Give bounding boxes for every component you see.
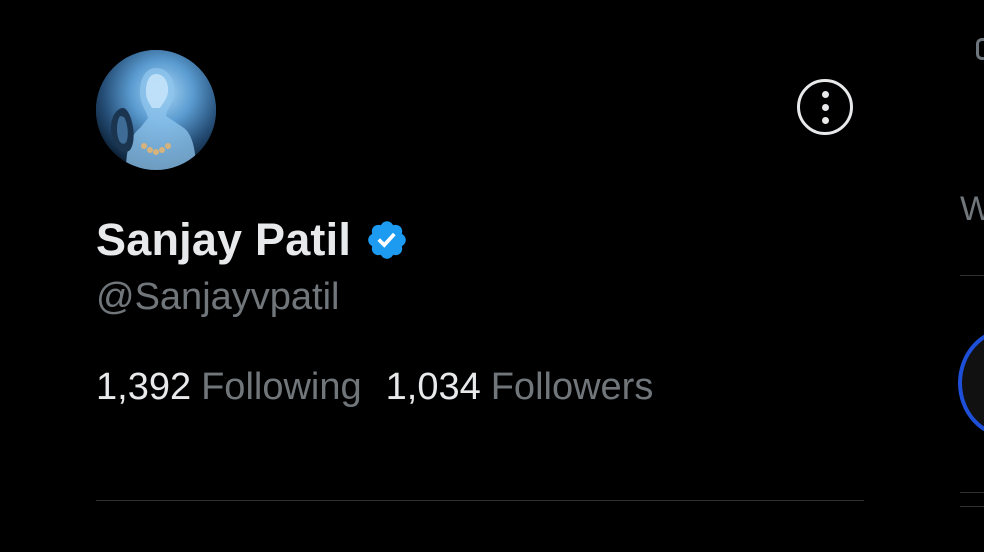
sidebar-divider-2 — [960, 492, 984, 493]
sidebar-partial-text: W — [960, 190, 984, 228]
more-options-icon-dot-3 — [821, 116, 829, 124]
more-options-icon-dot-2 — [821, 103, 829, 111]
followers-label: Followers — [490, 366, 654, 408]
following-link[interactable]: 1,392 Following — [96, 366, 362, 409]
followers-count: 1,034 — [385, 366, 481, 408]
section-divider — [96, 500, 864, 501]
name-row: Sanjay Patil — [96, 214, 409, 266]
sidebar-divider-3 — [960, 506, 984, 507]
sidebar-divider — [960, 275, 984, 276]
avatar-image-icon — [96, 50, 216, 170]
verified-badge-icon[interactable] — [365, 218, 409, 262]
following-label: Following — [201, 366, 362, 408]
followers-link[interactable]: 1,034 Followers — [386, 366, 654, 409]
following-count: 1,392 — [96, 366, 192, 408]
follow-stats: 1,392 Following 1,034 Followers — [96, 366, 653, 409]
profile-avatar[interactable] — [96, 50, 216, 170]
profile-page: Sanjay Patil @Sanjayvpatil 1,392 Followin… — [0, 0, 984, 552]
more-options-button[interactable] — [797, 79, 853, 135]
display-name: Sanjay Patil — [96, 214, 352, 265]
more-options-icon — [821, 90, 829, 98]
user-handle: @Sanjayvpatil — [96, 276, 340, 318]
sidebar-avatar[interactable] — [958, 328, 984, 438]
settings-icon[interactable] — [976, 38, 984, 60]
